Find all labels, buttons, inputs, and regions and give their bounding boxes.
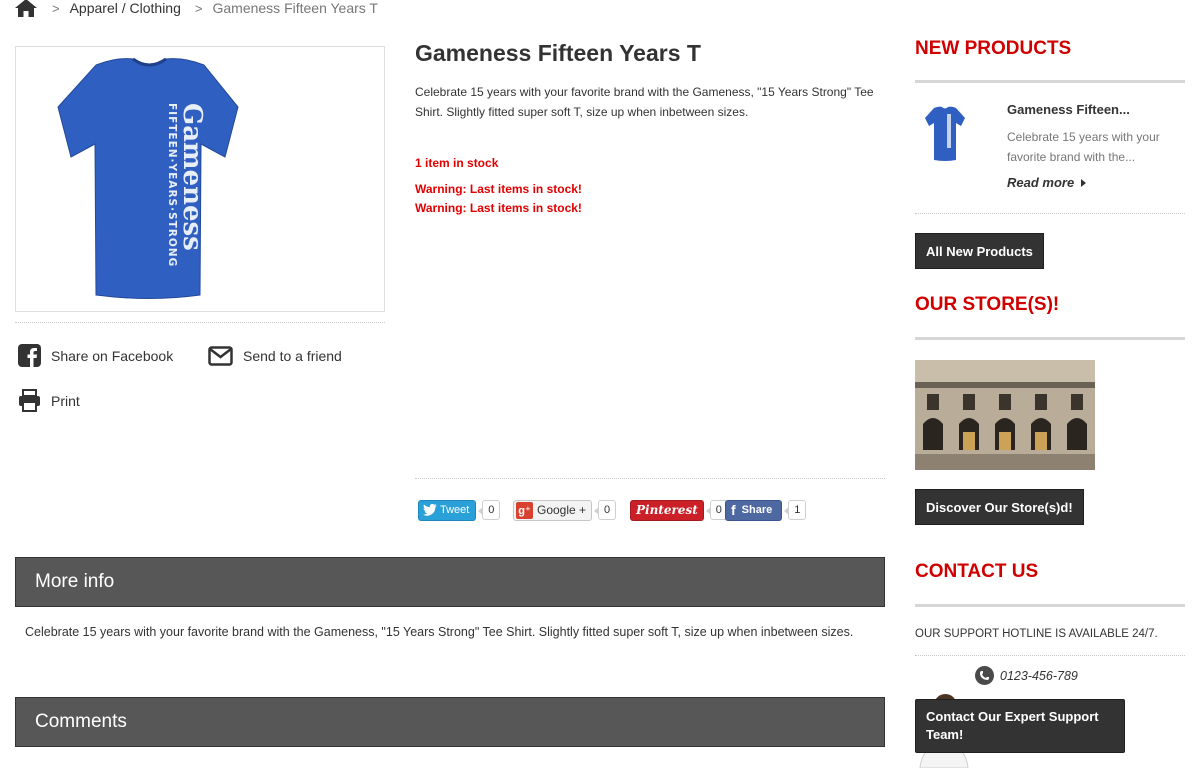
breadcrumb-separator: > (52, 0, 60, 16)
social-facebook: f Share 1 (725, 499, 807, 521)
breadcrumb-category-link[interactable]: Apparel / Clothing (70, 0, 181, 16)
contact-us-title: CONTACT US (915, 561, 1039, 582)
new-products-title: NEW PRODUCTS (915, 38, 1072, 59)
send-to-friend-label: Send to a friend (243, 348, 342, 364)
tweet-label: Tweet (440, 504, 470, 516)
all-new-products-button[interactable]: All New Products (915, 233, 1044, 269)
shirt-sub-text: FIFTEEN·YEARS·STRONG (166, 103, 178, 267)
send-to-friend-link[interactable]: Send to a friend (208, 346, 342, 366)
phone-icon (975, 666, 994, 685)
tweet-button[interactable]: Tweet (418, 499, 477, 521)
product-title: Gameness Fifteen Years T (415, 40, 701, 66)
stock-warning: Warning: Last items in stock! (415, 201, 582, 215)
our-stores-title: OUR STORE(S)! (915, 294, 1060, 315)
comments-tab[interactable]: Comments (15, 697, 885, 747)
breadcrumb-current: Gameness Fifteen Years T (212, 0, 378, 16)
print-link[interactable]: Print (18, 389, 80, 412)
twitter-icon (423, 504, 437, 516)
home-icon[interactable] (14, 0, 38, 18)
phone-number-label: 0123-456-789 (1000, 668, 1078, 683)
discover-stores-button[interactable]: Discover Our Store(s)d! (915, 489, 1084, 525)
social-tweet: Tweet 0 (418, 499, 501, 521)
pinterest-label: Pinterest (636, 503, 698, 517)
facebook-share-count: 1 (784, 500, 807, 520)
shirt-brand-text: Gameness (177, 103, 207, 251)
print-label: Print (51, 392, 80, 409)
stock-warning: Warning: Last items in stock! (415, 182, 582, 196)
breadcrumb: > Apparel / Clothing > Gameness Fifteen … (14, 0, 378, 18)
pinterest-button[interactable]: Pinterest (630, 499, 704, 521)
phone-number[interactable]: 0123-456-789 (975, 666, 1078, 685)
product-description: Celebrate 15 years with your favorite br… (415, 85, 874, 119)
google-plus-icon: g⁺ (516, 501, 533, 519)
facebook-share-label: Share (741, 504, 773, 516)
new-product-thumbnail[interactable] (922, 104, 968, 164)
more-info-tab[interactable]: More info (15, 557, 885, 607)
share-facebook-label: Share on Facebook (51, 347, 174, 364)
google-plus-button[interactable]: g⁺ Google + (513, 499, 593, 521)
share-facebook-link[interactable]: Share on Facebook (18, 344, 173, 367)
more-info-text: Celebrate 15 years with your favorite br… (25, 625, 854, 639)
product-image[interactable]: Gameness FIFTEEN·YEARS·STRONG (15, 46, 385, 312)
contact-support-button[interactable]: Contact Our Expert Support Team! (915, 699, 1125, 753)
tweet-count: 0 (478, 500, 501, 520)
envelope-icon (208, 346, 233, 366)
read-more-label: Read more (1007, 175, 1075, 190)
breadcrumb-separator: > (194, 0, 203, 16)
facebook-share-button[interactable]: f Share (725, 499, 783, 521)
caret-right-icon (1081, 178, 1087, 187)
tshirt-body (57, 58, 239, 299)
google-plus-label: Google + (537, 503, 587, 517)
stock-quantity: 1 item in stock (415, 156, 499, 170)
store-image[interactable] (915, 360, 1095, 470)
facebook-f-icon: f (731, 502, 736, 518)
social-pinterest: Pinterest 0 (630, 499, 728, 521)
google-plus-count: 0 (594, 500, 617, 520)
print-icon (19, 389, 40, 412)
read-more-link[interactable]: Read more (1007, 175, 1088, 190)
support-hotline-text: OUR SUPPORT HOTLINE IS AVAILABLE 24/7. (915, 628, 1158, 640)
new-product-description: Celebrate 15 years with your favorite br… (1007, 130, 1160, 164)
new-product-title[interactable]: Gameness Fifteen... (1007, 102, 1130, 117)
social-google: g⁺ Google + 0 (513, 499, 617, 521)
facebook-icon (18, 344, 41, 367)
